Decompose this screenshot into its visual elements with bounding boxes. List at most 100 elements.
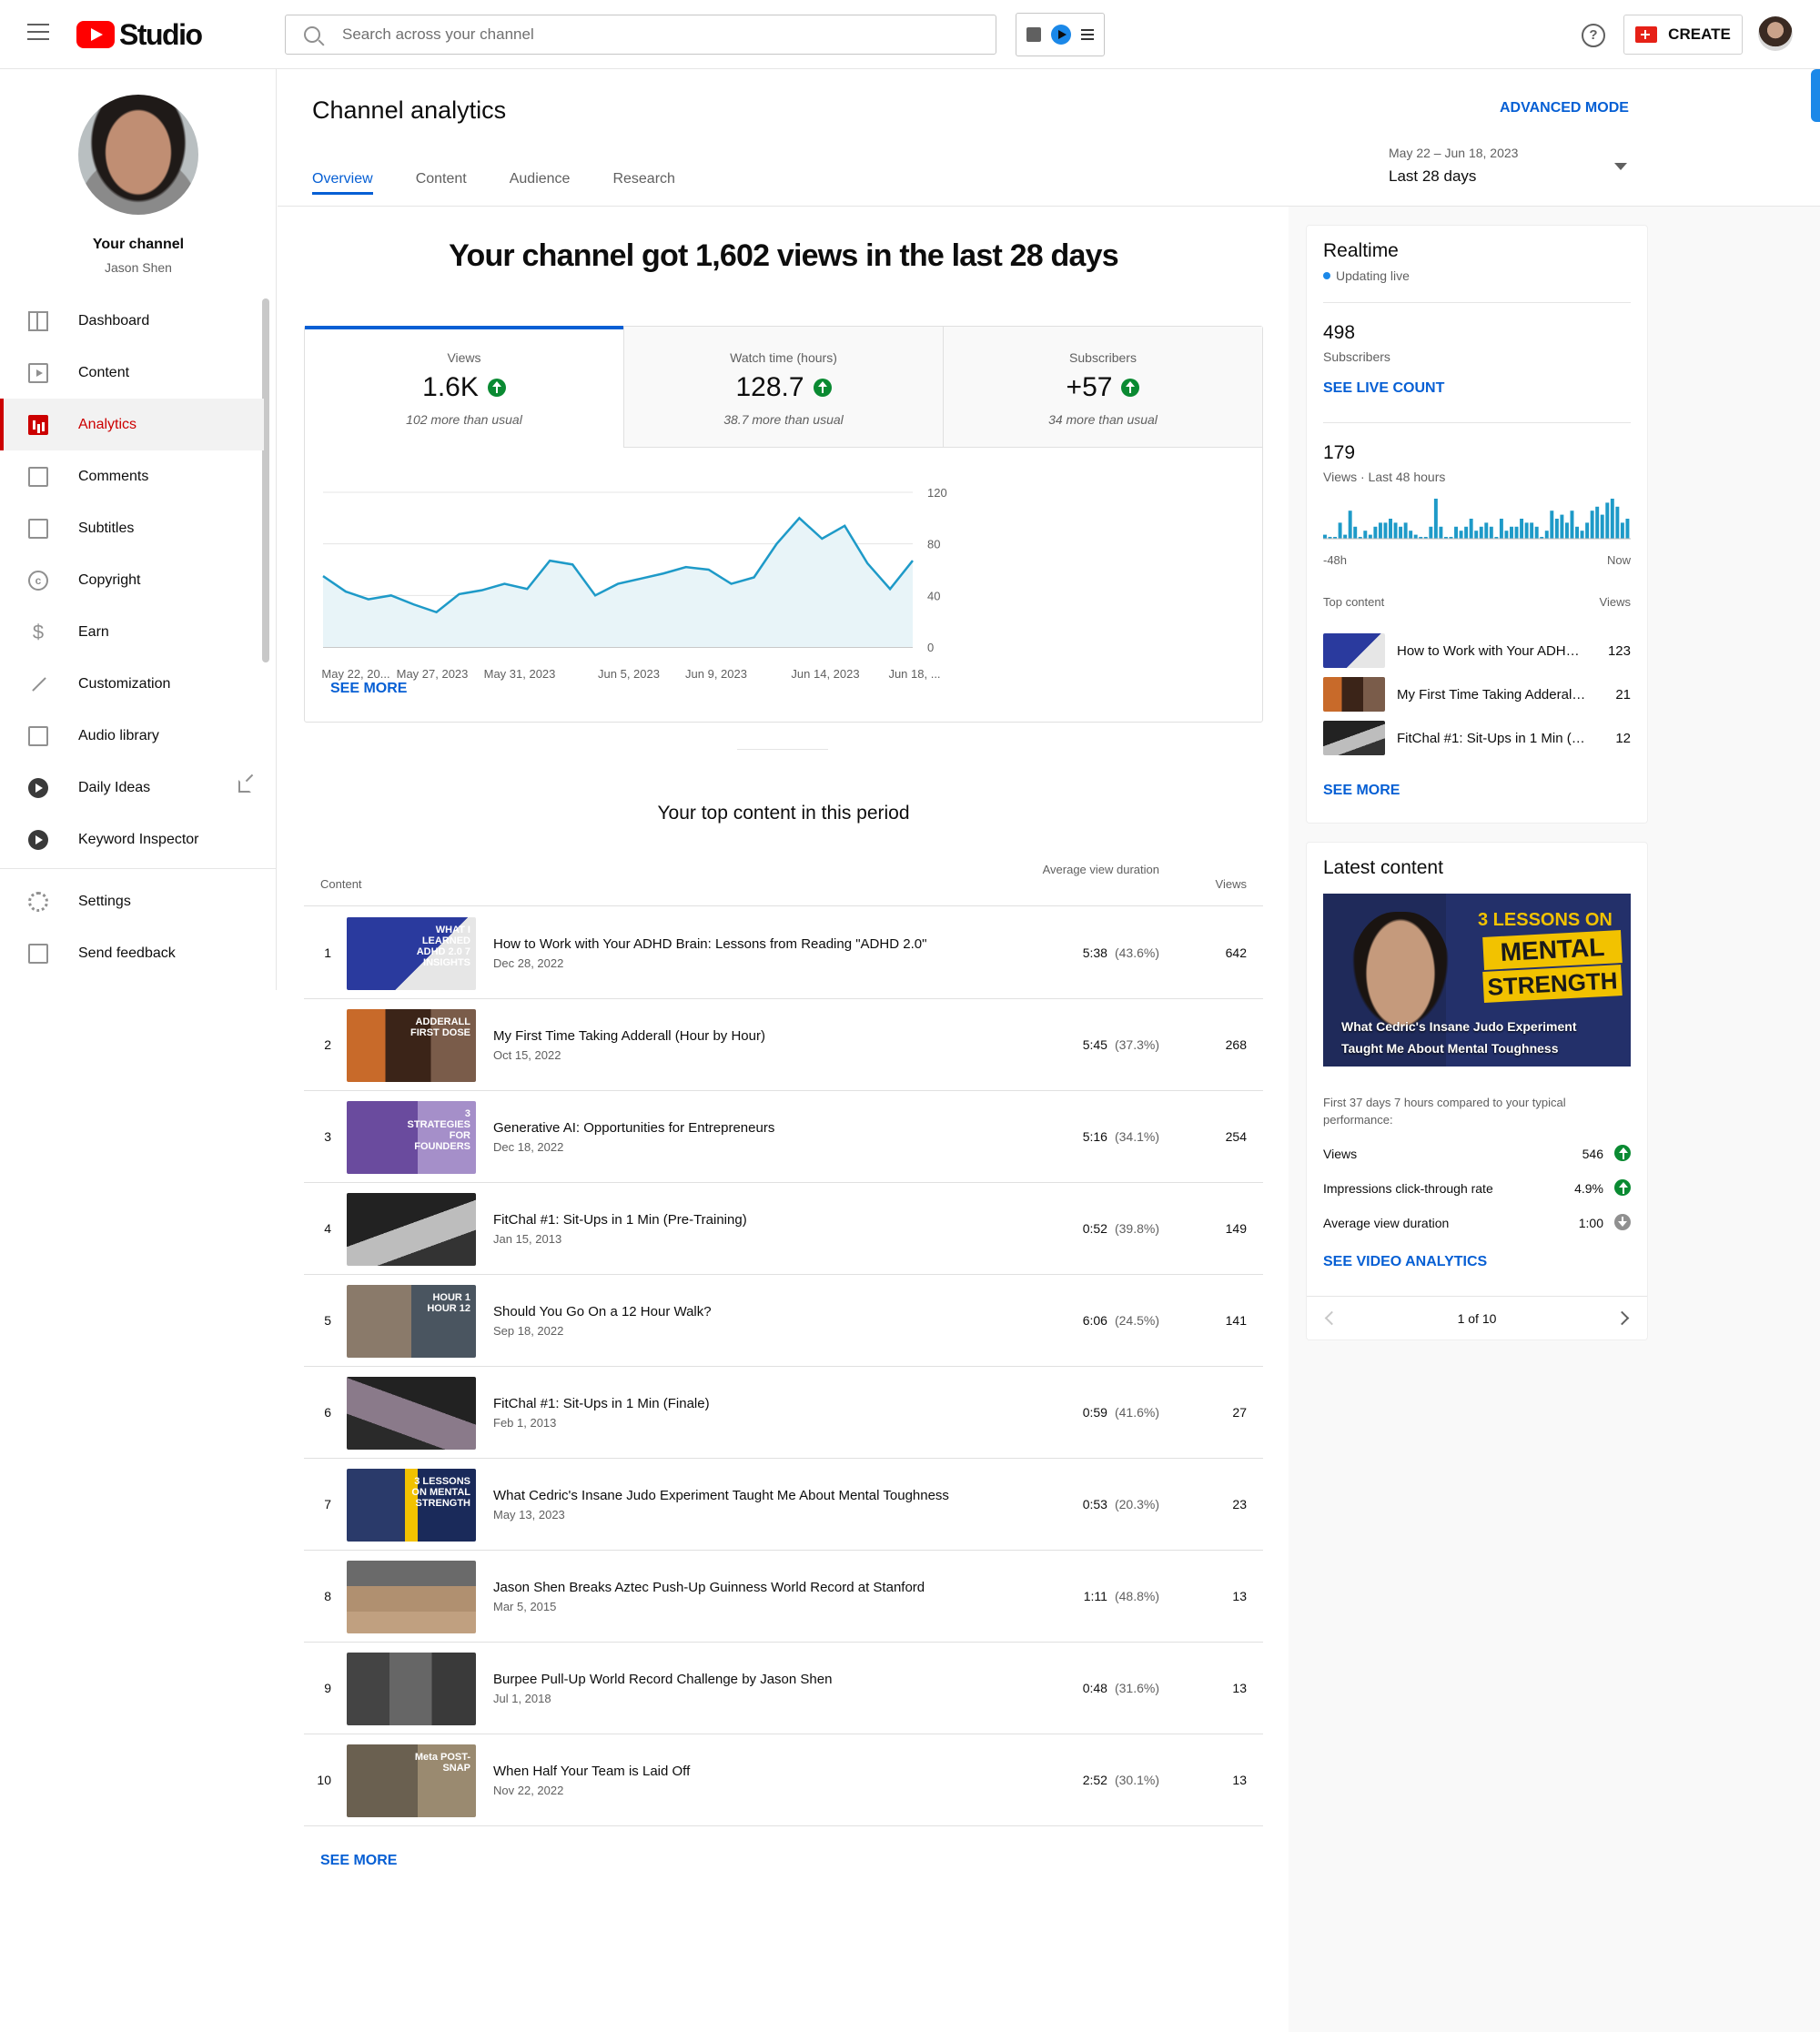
realtime-bar[interactable] [1590, 511, 1594, 539]
realtime-bar[interactable] [1348, 511, 1352, 539]
realtime-bar[interactable] [1439, 526, 1443, 539]
bar-chart-icon[interactable] [1026, 27, 1042, 42]
data-point[interactable] [457, 591, 462, 597]
realtime-top-item[interactable]: My First Time Taking Adderall (Hour by H… [1323, 677, 1631, 712]
data-point[interactable] [524, 586, 530, 591]
realtime-bar[interactable] [1575, 526, 1579, 539]
realtime-bar[interactable] [1595, 506, 1600, 539]
see-video-analytics-link[interactable]: SEE VIDEO ANALYTICS [1323, 1254, 1487, 1270]
data-point[interactable] [910, 558, 915, 563]
table-row[interactable]: 5 HOUR 1 HOUR 12 Should You Go On a 12 Hou… [304, 1275, 1263, 1367]
video-title[interactable]: Generative AI: Opportunities for Entrepr… [493, 1120, 774, 1136]
video-title[interactable]: How to Work with Your ADHD Brain: Lesson… [493, 936, 926, 952]
realtime-bar[interactable] [1433, 499, 1438, 539]
realtime-bar[interactable] [1343, 534, 1348, 539]
realtime-bar[interactable] [1353, 526, 1358, 539]
realtime-top-item[interactable]: How to Work with Your ADHD Brain: Lesson… [1323, 633, 1631, 668]
data-point[interactable] [547, 558, 552, 563]
list-menu-icon[interactable] [1080, 29, 1094, 40]
data-point[interactable] [819, 536, 824, 541]
data-point[interactable] [320, 573, 326, 579]
data-point[interactable] [434, 610, 440, 615]
realtime-bar[interactable] [1363, 531, 1368, 539]
sidebar-item-comments[interactable]: Comments [0, 450, 264, 502]
realtime-bar[interactable] [1338, 522, 1342, 539]
realtime-bar[interactable] [1499, 519, 1503, 539]
video-title[interactable]: FitChal #1: Sit-Ups in 1 Min (Finale) [493, 1396, 710, 1411]
sidebar-item-daily-ideas[interactable]: Daily Ideas [0, 762, 264, 814]
sidebar-item-audio-library[interactable]: Audio library [0, 710, 264, 762]
realtime-bar[interactable] [1399, 526, 1403, 539]
search-bar[interactable] [285, 15, 996, 55]
realtime-see-more-link[interactable]: SEE MORE [1323, 783, 1400, 799]
data-point[interactable] [501, 581, 507, 587]
realtime-bar[interactable] [1605, 502, 1610, 539]
realtime-bar[interactable] [1323, 534, 1327, 539]
realtime-top-item[interactable]: FitChal #1: Sit-Ups in 1 Min (Pre-Traini… [1323, 721, 1631, 755]
table-row[interactable]: 8 Jason Shen Breaks Aztec Push-Up Guinnes… [304, 1551, 1263, 1643]
video-title[interactable]: FitChal #1: Sit-Ups in 1 Min (Pre-Traini… [493, 1212, 747, 1228]
realtime-bar[interactable] [1479, 526, 1483, 539]
realtime-bar[interactable] [1550, 511, 1554, 539]
see-live-count-link[interactable]: SEE LIVE COUNT [1323, 380, 1444, 397]
latest-video-thumbnail[interactable]: 3 LESSONS ON MENTAL STRENGTH What Cedric… [1323, 894, 1631, 1067]
realtime-bar[interactable] [1570, 511, 1574, 539]
video-title[interactable]: When Half Your Team is Laid Off [493, 1764, 690, 1779]
realtime-bar[interactable] [1524, 522, 1529, 539]
video-thumbnail[interactable]: Meta POST-SNAP [347, 1744, 476, 1817]
chart-see-more-link[interactable]: SEE MORE [330, 681, 407, 697]
sidebar-item-settings[interactable]: Settings [0, 875, 264, 927]
realtime-bar[interactable] [1620, 522, 1624, 539]
realtime-bar[interactable] [1429, 526, 1433, 539]
data-point[interactable] [752, 575, 757, 581]
realtime-bar[interactable] [1530, 522, 1534, 539]
data-point[interactable] [706, 567, 712, 572]
realtime-bar[interactable] [1474, 531, 1479, 539]
video-title[interactable]: My First Time Taking Adderall (Hour by H… [493, 1028, 765, 1044]
video-thumbnail[interactable]: ADDERALL FIRST DOSE [347, 1009, 476, 1082]
realtime-bar[interactable] [1520, 519, 1524, 539]
realtime-bar[interactable] [1625, 519, 1630, 539]
dropdown-caret-icon[interactable] [1614, 163, 1627, 170]
realtime-bar[interactable] [1393, 522, 1398, 539]
data-point[interactable] [366, 597, 371, 602]
tab-audience[interactable]: Audience [510, 171, 571, 206]
data-point[interactable] [615, 581, 621, 587]
metric-tab-watch-time[interactable]: Watch time (hours) 128.7 38.7 more than … [624, 327, 944, 448]
realtime-bar[interactable] [1554, 519, 1559, 539]
realtime-bar[interactable] [1615, 506, 1620, 539]
realtime-bar[interactable] [1409, 531, 1413, 539]
data-point[interactable] [592, 592, 598, 598]
data-point[interactable] [638, 576, 643, 581]
realtime-bar[interactable] [1413, 534, 1418, 539]
column-header-avg-view-duration[interactable]: Average view duration [1032, 861, 1159, 878]
data-point[interactable] [570, 561, 575, 567]
tab-research[interactable]: Research [612, 171, 674, 206]
data-point[interactable] [796, 515, 802, 521]
video-thumbnail[interactable] [347, 1193, 476, 1266]
realtime-bar[interactable] [1504, 531, 1509, 539]
data-point[interactable] [774, 541, 779, 547]
metric-tab-views[interactable]: Views 1.6K 102 more than usual [305, 326, 624, 448]
data-point[interactable] [389, 592, 394, 598]
realtime-bar[interactable] [1585, 522, 1590, 539]
realtime-bar[interactable] [1368, 534, 1372, 539]
data-point[interactable] [661, 571, 666, 576]
realtime-bar[interactable] [1469, 519, 1473, 539]
realtime-bar[interactable] [1544, 531, 1549, 539]
realtime-bar[interactable] [1534, 526, 1539, 539]
realtime-bar[interactable] [1378, 522, 1382, 539]
tab-overview[interactable]: Overview [312, 171, 373, 206]
video-title[interactable]: Burpee Pull-Up World Record Challenge by… [493, 1672, 832, 1687]
youtube-studio-logo[interactable]: Studio [76, 18, 203, 51]
search-input[interactable] [342, 25, 888, 44]
sidebar-item-keyword-inspector[interactable]: Keyword Inspector [0, 814, 264, 865]
account-avatar[interactable] [1758, 16, 1793, 51]
menu-icon[interactable] [27, 24, 49, 42]
data-point[interactable] [842, 523, 847, 529]
advanced-mode-link[interactable]: ADVANCED MODE [1500, 100, 1629, 116]
realtime-bar[interactable] [1459, 531, 1463, 539]
video-thumbnail[interactable]: 3 LESSONS ON MENTAL STRENGTH [347, 1469, 476, 1542]
video-thumbnail[interactable]: WHAT I LEARNED ADHD 2.0 7 INSIGHTS [347, 917, 476, 990]
table-row[interactable]: 10 Meta POST-SNAP When Half Your Team is L… [304, 1734, 1263, 1826]
